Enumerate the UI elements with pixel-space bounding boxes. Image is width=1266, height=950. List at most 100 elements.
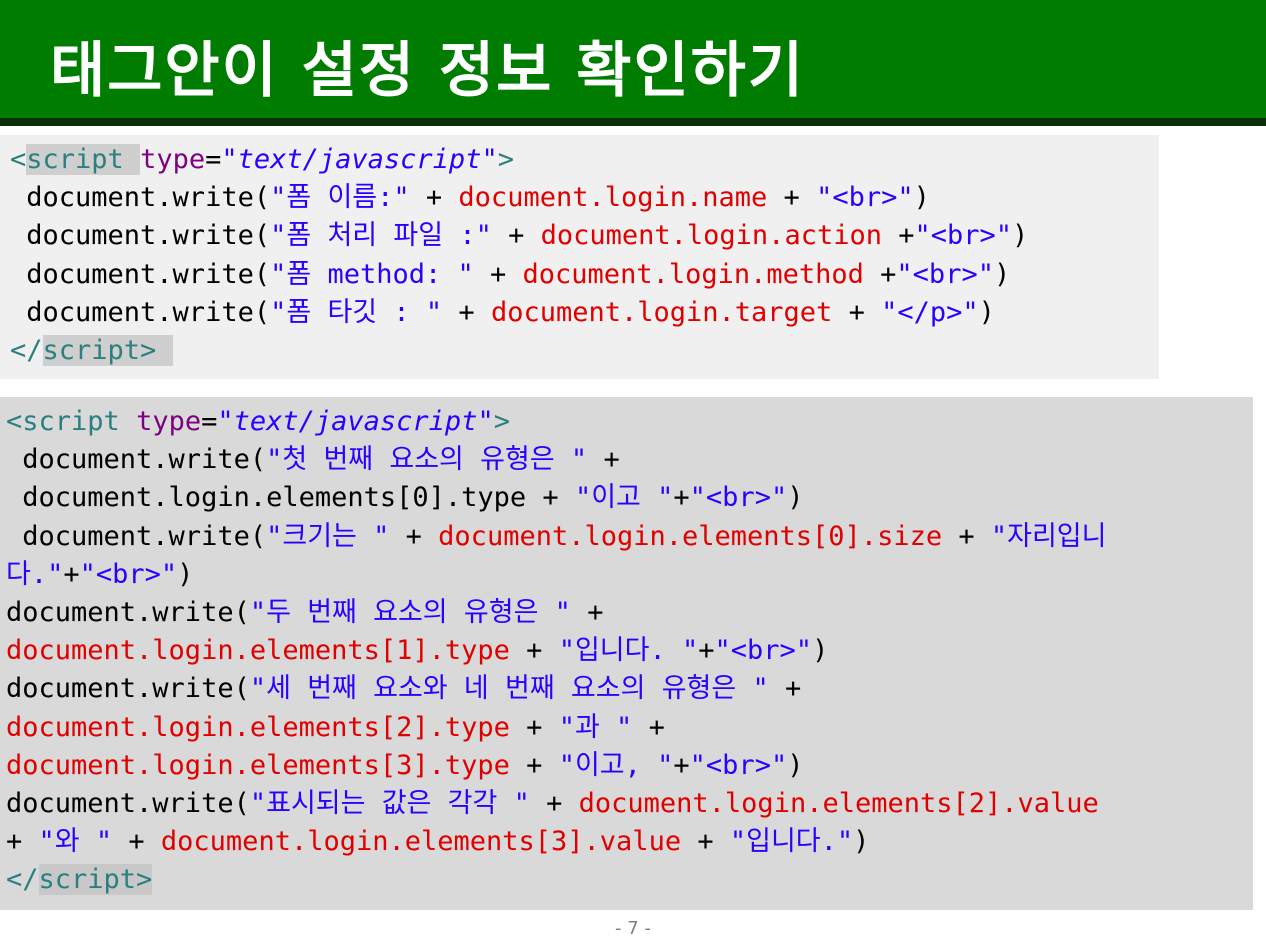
code-token: "</p>"	[881, 296, 979, 328]
code-token: </	[10, 334, 43, 366]
code-token: )	[787, 482, 804, 514]
code-line: </script>	[6, 861, 1107, 899]
code-token: <	[10, 144, 27, 175]
code-token: "<br>"	[689, 482, 788, 514]
code-token: +	[881, 220, 915, 252]
code-line: document.write("두 번째 요소의 유형은 " +	[6, 594, 1107, 632]
code-line: 다."+"<br>")	[6, 556, 1107, 594]
code-token: "입니다. "	[558, 635, 699, 667]
code-line: <script type="text/javascript">	[10, 141, 1028, 179]
code-token: )	[853, 826, 870, 858]
code-token: +	[112, 826, 161, 858]
code-token: +	[673, 749, 690, 781]
code-token: )	[812, 635, 829, 667]
code-token: +	[632, 711, 665, 743]
code-token: document.login.target	[490, 296, 833, 328]
code-token: document.login.elements[3].value	[160, 826, 682, 858]
code-token: )	[1012, 220, 1029, 252]
code-token: +	[473, 258, 523, 290]
code-token: +	[509, 749, 559, 781]
code-token: +	[6, 826, 39, 858]
code-token: +	[509, 635, 559, 667]
code-line: + "와 " + document.login.elements[3].valu…	[6, 823, 1107, 861]
code-token: "<br>"	[714, 635, 813, 667]
code-token: <	[6, 406, 23, 437]
code-token: +	[767, 182, 817, 214]
code-token: +	[491, 220, 541, 252]
code-token: "<br>"	[914, 220, 1013, 252]
code-token: +	[529, 787, 579, 819]
code-line: </script>	[10, 332, 1028, 370]
page-number: - 7 -	[615, 918, 651, 939]
code-line: document.write("폼 method: " + document.l…	[10, 256, 1028, 294]
code-token: "입니다."	[729, 826, 854, 858]
code-token: document.login.name	[458, 182, 768, 214]
code-token: +	[681, 826, 730, 858]
code-token: document.write(	[6, 787, 250, 819]
code-line: <script type="text/javascript">	[6, 403, 1107, 441]
code-token: "폼 method: "	[270, 258, 474, 290]
code-token: document.write(	[10, 296, 271, 328]
code-token: =	[205, 144, 222, 175]
code-token: "세 번째 요소와 네 번째 요소의 유형은 "	[249, 673, 769, 705]
code-token: script	[22, 406, 137, 437]
code-line: document.write("크기는 " + document.login.e…	[6, 518, 1107, 556]
code-token: document.login.elements[3].type	[6, 749, 510, 781]
code-token: )	[913, 182, 930, 214]
code-token: "이고 "	[574, 482, 674, 514]
code-token: document.write(	[10, 220, 271, 252]
code-token: +	[832, 296, 882, 328]
code-block-form-elements: <script type="text/javascript"> document…	[0, 397, 1253, 910]
code-token: document.login.action	[540, 220, 882, 252]
code-token: document.write(	[6, 596, 250, 628]
code-token: "첫 번째 요소의 유형은 "	[266, 444, 588, 476]
code-token: document.write(	[6, 673, 250, 705]
code-token: "<br>"	[689, 749, 788, 781]
code-token: "폼 처리 파일 :"	[270, 220, 492, 252]
code-token: document.write(	[6, 444, 267, 476]
code-token: document.login.elements[1].type	[6, 635, 510, 667]
code-line: document.write("첫 번째 요소의 유형은 " +	[6, 441, 1107, 479]
code-token: +	[442, 296, 491, 328]
code-token: +	[863, 258, 897, 290]
code-token: +	[570, 596, 604, 628]
code-token: document.write(	[10, 182, 271, 214]
code-line: document.login.elements[0].type + "이고 "+…	[6, 479, 1107, 517]
code-block-form-info: <script type="text/javascript"> document…	[0, 135, 1159, 379]
code-token: +	[587, 444, 620, 476]
code-token: </	[6, 864, 39, 896]
code-line: document.write("세 번째 요소와 네 번째 요소의 유형은 " …	[6, 670, 1107, 708]
code-token: "text/javascript"	[217, 406, 494, 437]
code-token: +	[409, 182, 459, 214]
code-token: document.login.method	[522, 258, 864, 290]
code-token: )	[993, 258, 1011, 290]
code-token: +	[63, 558, 80, 590]
code-token: "과 "	[558, 711, 633, 743]
code-token: document.write(	[6, 520, 267, 552]
code-token: "폼 타깃 : "	[270, 296, 443, 328]
code-token: script>	[42, 334, 173, 366]
code-token: +	[389, 520, 439, 552]
code-block-form-info-lines: <script type="text/javascript"> document…	[10, 141, 1028, 370]
code-token: "<br>"	[896, 258, 994, 290]
code-token: "text/javascript"	[221, 144, 498, 175]
code-token: +	[509, 711, 559, 743]
code-token: "와 "	[38, 826, 113, 858]
code-token: script	[26, 144, 141, 175]
code-token: +	[698, 635, 715, 667]
code-line: document.write("표시되는 값은 각각 " + document.…	[6, 785, 1107, 823]
code-token: document.write(	[10, 258, 271, 290]
code-token: "두 번째 요소의 유형은 "	[249, 596, 571, 628]
code-token: "자리입니	[990, 520, 1107, 552]
code-token: "<br>"	[79, 558, 178, 590]
code-token: "이고, "	[558, 749, 674, 781]
code-token: document.login.elements[0].size	[438, 520, 943, 552]
code-line: document.write("폼 처리 파일 :" + document.lo…	[10, 217, 1028, 255]
code-token: document.login.elements[2].type	[6, 711, 510, 743]
code-token: =	[201, 406, 218, 437]
code-line: document.write("폼 이름:" + document.login.…	[10, 179, 1028, 217]
code-token: "크기는 "	[266, 520, 390, 552]
code-token: +	[768, 673, 802, 705]
code-token: "폼 이름:"	[270, 182, 410, 214]
code-token: )	[177, 558, 194, 590]
